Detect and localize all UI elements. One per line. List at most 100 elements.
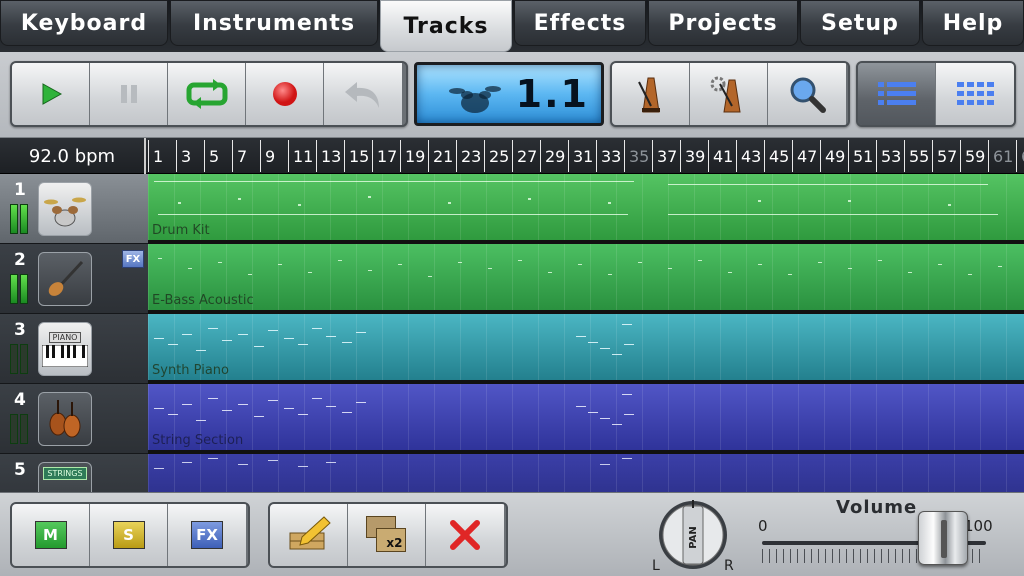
bar-tick: 37 [652,140,677,172]
bar-tick: 29 [540,140,565,172]
drum-kit-icon[interactable] [38,182,92,236]
track-number: 3 [14,320,26,340]
metronome-zoom-group [610,61,850,127]
track-header[interactable]: 2 FX [0,244,148,314]
loop-button[interactable] [168,63,246,125]
bar-tick: 5 [204,140,219,172]
music-studio-app: Keyboard Instruments Tracks Effects Proj… [0,0,1024,576]
bar-tick: 43 [736,140,761,172]
bar-tick: 61 [988,140,1013,172]
bar-tick: 6 [1016,140,1024,172]
bar-tick: 23 [456,140,481,172]
strings-label-icon[interactable]: STRINGS [38,462,92,492]
bar-tick: 9 [260,140,275,172]
tab-bar: Keyboard Instruments Tracks Effects Proj… [0,0,1024,52]
track-row[interactable]: 2 FX E-Bass Acoustic [0,244,1024,314]
track-row[interactable]: 1 Drum Kit [0,174,1024,244]
delete-x-icon [450,520,480,550]
bar-tick: 45 [764,140,789,172]
duplicate-button[interactable]: x2 [348,504,426,566]
bar-tick: 17 [372,140,397,172]
tab-instruments[interactable]: Instruments [170,0,378,46]
loop-icon [186,79,227,109]
track-header[interactable]: 3 PIANO [0,314,148,384]
bar-tick: 59 [960,140,985,172]
tempo-label[interactable]: 92.0 bpm [0,138,146,174]
track-number: 2 [14,250,26,270]
track-fx-badge[interactable]: FX [122,250,144,268]
tab-effects[interactable]: Effects [514,0,646,46]
tab-help[interactable]: Help [922,0,1024,46]
track-header[interactable]: 4 [0,384,148,454]
track-header[interactable]: 5 STRINGS [0,454,148,492]
view-mode-group [856,61,1016,127]
track-list: 1 Drum Kit 2 FX E-Bass Acoustic 3 PIANO … [0,174,1024,492]
pan-knob[interactable]: PAN L R [652,498,734,574]
pause-button[interactable] [90,63,168,125]
position-value: 1.1 [515,72,589,116]
level-meter [10,274,28,304]
bar-tick: 57 [932,140,957,172]
track-header[interactable]: 1 [0,174,148,244]
edit-actions-group: x2 [268,502,508,568]
list-view-button[interactable] [858,63,936,125]
bar-tick: 21 [428,140,453,172]
track-name: Synth Piano [152,363,229,378]
track-lane[interactable]: Synth Piano [148,314,1024,384]
metronome-icon [637,77,660,113]
bar-tick: 3 [176,140,191,172]
fx-button[interactable]: FX [168,504,246,566]
bar-tick: 35 [624,140,649,172]
mute-solo-fx-group: M S FX [10,502,250,568]
zoom-magnifier-icon [790,77,826,113]
grid-view-button[interactable] [936,63,1014,125]
bass-guitar-icon[interactable] [38,252,92,306]
timeline-ruler[interactable]: 92.0 bpm 1 3 5 7 9 11 13 15 17 19 21 23 25 27 29 31 33 35… [0,138,1024,174]
edit-button[interactable] [270,504,348,566]
tab-keyboard[interactable]: Keyboard [0,0,168,46]
solo-button[interactable]: S [90,504,168,566]
play-button[interactable] [12,63,90,125]
track-row[interactable]: 3 PIANO Synth Piano [0,314,1024,384]
bar-tick: 1 [148,140,163,172]
tab-setup[interactable]: Setup [800,0,920,46]
drum-display-icon [449,86,501,113]
bar-tick: 33 [596,140,621,172]
volume-slider-thumb[interactable] [917,511,968,565]
mute-button[interactable]: M [12,504,90,566]
track-lane[interactable]: String Section [148,384,1024,454]
bar-tick: 25 [484,140,509,172]
delete-button[interactable] [426,504,504,566]
duplicate-icon: x2 [365,516,408,554]
zoom-button[interactable] [768,63,846,125]
metronome-button[interactable] [612,63,690,125]
track-lane[interactable]: E-Bass Acoustic [148,244,1024,314]
pan-right-label: R [724,558,734,574]
grid-view-icon [957,82,994,105]
undo-button[interactable] [324,63,402,125]
tab-tracks[interactable]: Tracks [380,0,512,52]
track-row[interactable]: 4 String Section [0,384,1024,454]
pause-icon [120,85,137,103]
bar-tick: 49 [820,140,845,172]
strings-icon[interactable] [38,392,92,446]
track-lane[interactable] [148,454,1024,492]
metronome-settings-button[interactable] [690,63,768,125]
track-name: E-Bass Acoustic [152,293,254,308]
track-number: 4 [14,390,26,410]
solo-label: S [112,521,145,549]
mute-label: M [34,521,67,549]
piano-icon[interactable]: PIANO [38,322,92,376]
bar-tick: 13 [316,140,341,172]
play-icon [42,83,62,105]
bar-tick: 39 [680,140,705,172]
tab-projects[interactable]: Projects [648,0,798,46]
volume-min-label: 0 [758,517,768,535]
track-name: String Section [152,433,244,448]
bottom-controls: M S FX x2 PAN L R Volume 0 100 [0,492,1024,576]
bar-tick: 11 [288,140,313,172]
track-row[interactable]: 5 STRINGS [0,454,1024,492]
bar-tick: 47 [792,140,817,172]
record-button[interactable] [246,63,324,125]
track-lane[interactable]: Drum Kit [148,174,1024,244]
